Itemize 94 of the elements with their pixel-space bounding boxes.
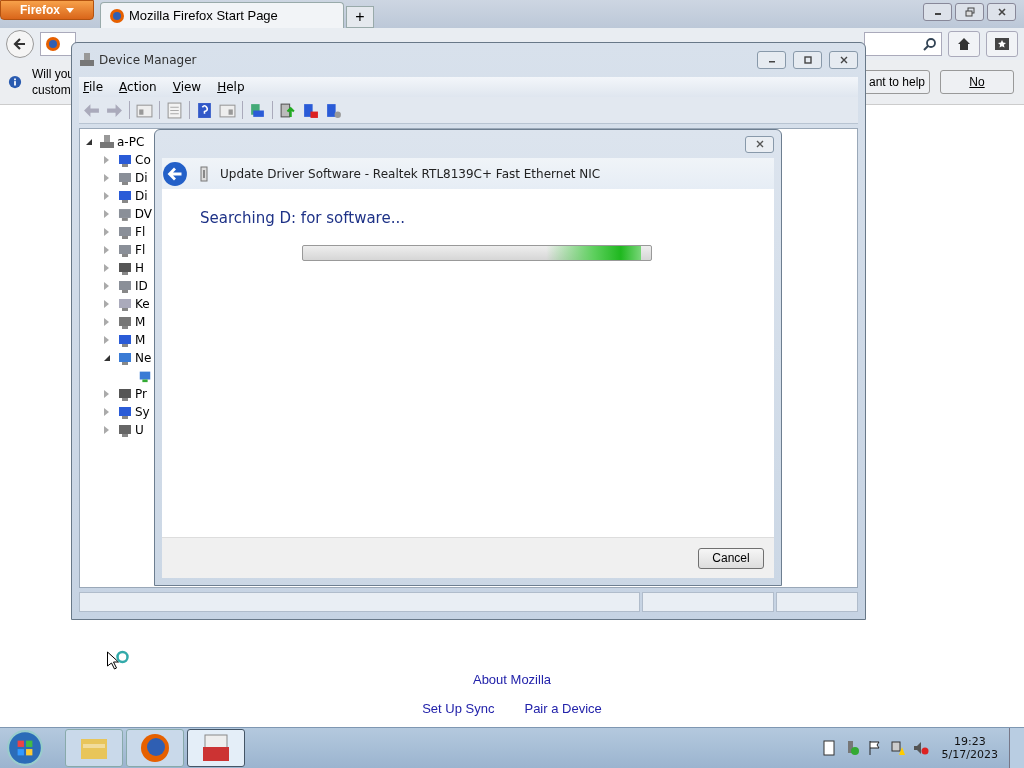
close-icon xyxy=(996,7,1007,17)
device-icon xyxy=(117,314,133,330)
caret-icon xyxy=(66,7,74,13)
computer-icon xyxy=(79,52,95,68)
dialog-title: Update Driver Software - Realtek RTL8139C+ Fast Ethernet NIC xyxy=(220,166,601,181)
network-icon[interactable] xyxy=(889,740,906,756)
address-field[interactable] xyxy=(40,32,76,56)
device-icon xyxy=(117,260,133,276)
device-icon xyxy=(117,332,133,348)
tab-title: Mozilla Firefox Start Page xyxy=(129,8,278,23)
tree-item[interactable]: Fl xyxy=(135,225,146,239)
menu-item[interactable]: Help xyxy=(217,80,245,94)
clock[interactable]: 19:23 5/17/2023 xyxy=(941,735,998,761)
menu-item[interactable]: File xyxy=(83,80,104,94)
tree-item[interactable]: U xyxy=(135,423,144,437)
no-button[interactable]: No xyxy=(940,70,1014,94)
network-card-icon xyxy=(200,165,208,182)
close-icon xyxy=(754,139,765,149)
device-icon xyxy=(117,296,133,312)
taskbar-button[interactable] xyxy=(126,729,184,767)
back-button[interactable] xyxy=(162,160,188,187)
computer-icon xyxy=(99,134,115,150)
close-button[interactable] xyxy=(829,51,858,69)
search-field[interactable] xyxy=(864,32,942,56)
start-button[interactable] xyxy=(6,729,44,767)
tree-item[interactable]: M xyxy=(135,315,146,329)
close-icon xyxy=(838,55,849,65)
document-icon[interactable] xyxy=(820,740,837,756)
maximize-icon xyxy=(802,55,813,65)
update-icon[interactable] xyxy=(279,101,296,119)
list-icon[interactable] xyxy=(166,101,183,119)
page-link[interactable]: Set Up Sync xyxy=(422,701,495,716)
expand-arrow-icon[interactable] xyxy=(86,139,92,145)
tree-item[interactable]: ID xyxy=(135,279,148,293)
device-icon xyxy=(117,242,133,258)
notification-text: custom xyxy=(32,82,72,98)
home-icon xyxy=(956,36,972,52)
device-icon xyxy=(117,422,133,438)
firefox-icon xyxy=(45,36,61,52)
restore-icon xyxy=(964,7,975,17)
menu-item[interactable]: Action xyxy=(119,80,157,94)
tree-item[interactable]: H xyxy=(135,261,145,275)
search-icon xyxy=(923,37,937,51)
disable-icon[interactable] xyxy=(302,101,319,119)
toolbox-icon xyxy=(200,732,232,764)
new-tab-button[interactable]: + xyxy=(346,6,374,28)
device-icon xyxy=(117,224,133,240)
speaker-muted-icon[interactable] xyxy=(912,740,929,756)
status-heading: Searching D: for software... xyxy=(200,209,406,227)
device-icon xyxy=(117,206,133,222)
home-button[interactable] xyxy=(948,31,980,57)
tree-item[interactable]: Pr xyxy=(135,387,147,401)
close-button[interactable] xyxy=(745,135,774,153)
tree-item[interactable]: a-PC xyxy=(117,135,145,149)
device-icon xyxy=(117,404,133,420)
tree-item[interactable]: Di xyxy=(135,171,148,185)
device-icon xyxy=(117,350,133,366)
tree-item[interactable]: DV xyxy=(134,207,152,221)
busy-cursor-icon xyxy=(105,650,132,672)
show-desktop-button[interactable] xyxy=(1009,728,1024,768)
page-link[interactable]: About Mozilla xyxy=(472,672,551,687)
flag-icon[interactable] xyxy=(866,740,883,756)
uninstall-icon[interactable] xyxy=(325,101,342,119)
taskbar-button[interactable] xyxy=(187,729,245,767)
close-button[interactable] xyxy=(987,3,1016,21)
help-icon[interactable] xyxy=(196,101,213,119)
tree-item[interactable]: Ke xyxy=(135,297,150,311)
cancel-button[interactable]: Cancel xyxy=(698,547,764,569)
device-icon xyxy=(117,386,133,402)
page-link[interactable]: Pair a Device xyxy=(524,701,602,716)
back-arrow-icon xyxy=(12,36,28,52)
info-icon xyxy=(8,75,22,89)
scan-icon[interactable] xyxy=(249,101,266,119)
device-icon xyxy=(117,278,133,294)
device-icon xyxy=(117,152,133,168)
back-button[interactable] xyxy=(6,30,34,58)
window-title: Device Manager xyxy=(99,53,197,67)
browser-tab[interactable]: Mozilla Firefox Start Page xyxy=(100,2,344,28)
device-icon xyxy=(117,170,133,186)
menu-item[interactable]: View xyxy=(172,80,202,94)
device-icon xyxy=(117,188,133,204)
tree-item[interactable]: Sy xyxy=(135,405,150,419)
tree-item[interactable]: M xyxy=(135,333,146,347)
restore-button[interactable] xyxy=(955,3,984,21)
tree-item[interactable]: Fl xyxy=(135,243,146,257)
tree-item[interactable]: Di xyxy=(135,189,148,203)
minimize-button[interactable] xyxy=(923,3,952,21)
firefox-icon xyxy=(109,7,125,24)
bookmarks-button[interactable] xyxy=(986,31,1018,57)
maximize-button[interactable] xyxy=(793,51,822,69)
tree-item[interactable]: Co xyxy=(135,153,151,167)
tree-item[interactable]: Ne xyxy=(135,351,152,365)
firefox-icon xyxy=(139,732,171,764)
expand-arrow-icon[interactable] xyxy=(104,355,110,361)
